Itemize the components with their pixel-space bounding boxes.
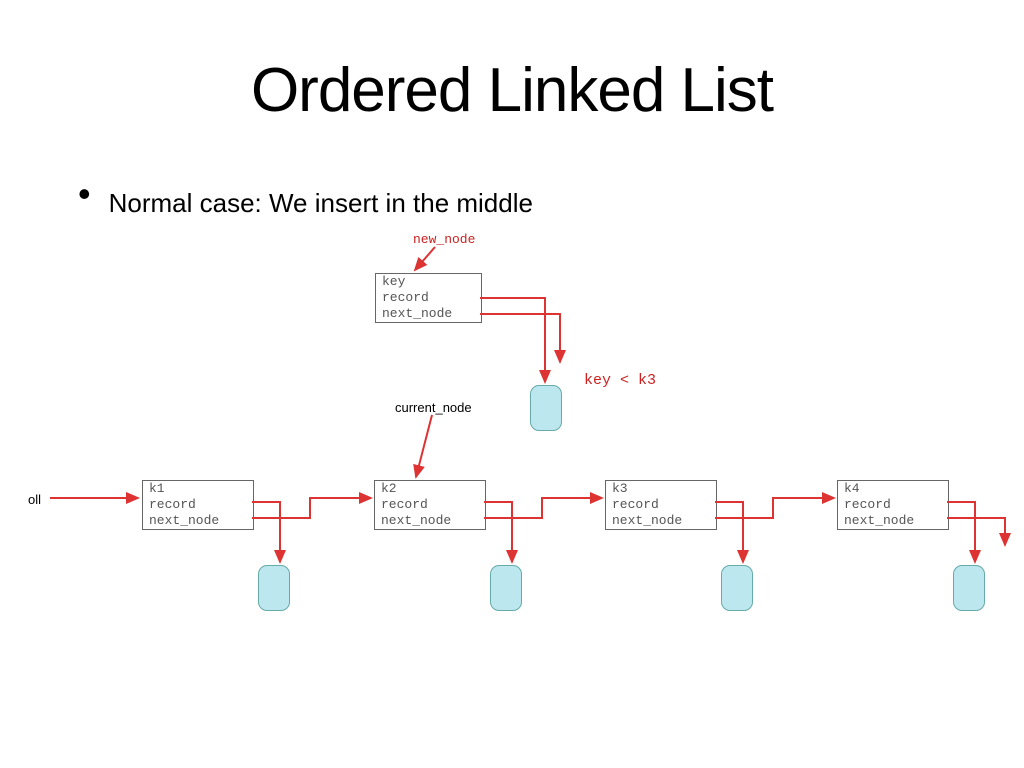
bullet-text: Normal case: We insert in the middle <box>109 188 533 219</box>
bullet-item: • Normal case: We insert in the middle <box>78 186 1024 219</box>
bullet-dot-icon: • <box>78 184 91 204</box>
page-title: Ordered Linked List <box>0 55 1024 126</box>
diagram-canvas: new_node current_node key < k3 oll key r… <box>0 230 1024 730</box>
arrow-layer <box>0 230 1024 730</box>
